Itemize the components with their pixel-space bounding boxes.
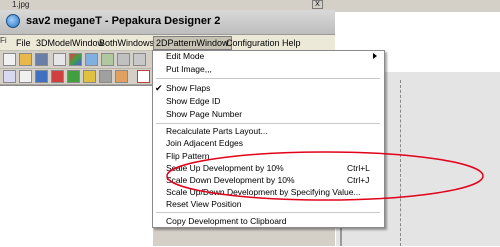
highlight-ellipse — [166, 151, 484, 201]
highlight-ellipse-overlay — [166, 151, 484, 201]
